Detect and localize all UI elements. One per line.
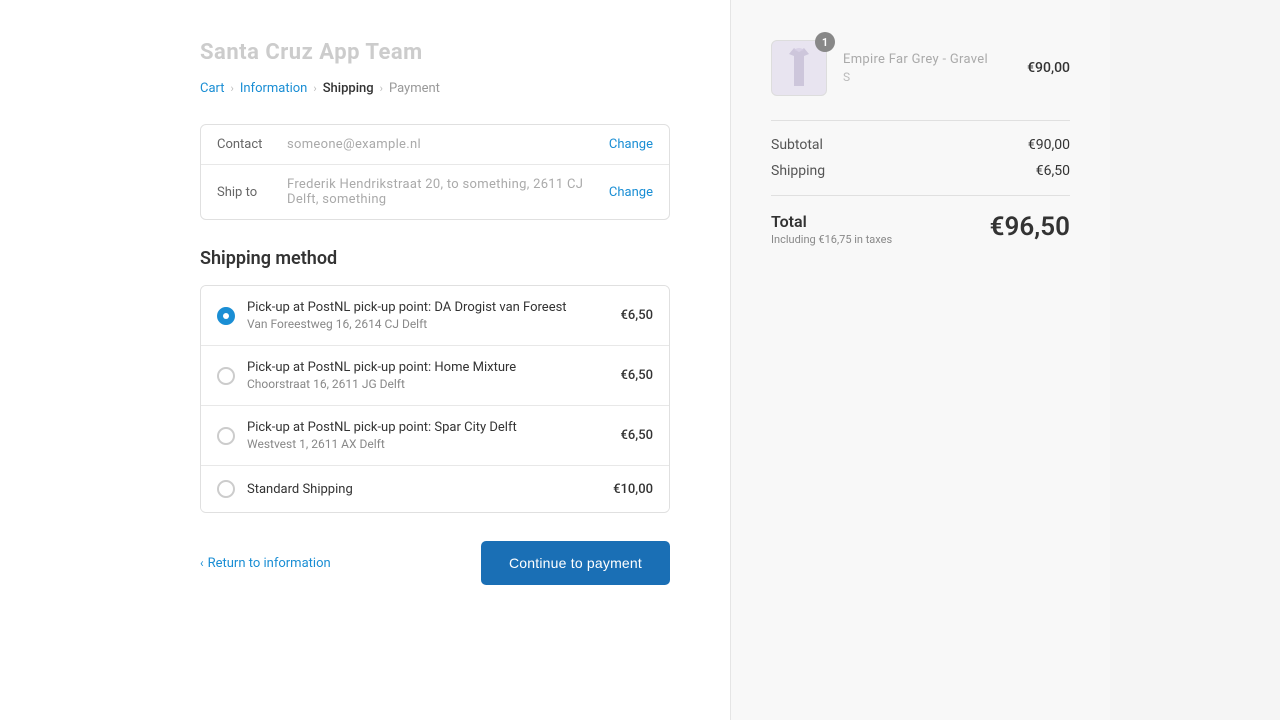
total-tax-note: Including €16,75 in taxes	[771, 233, 892, 246]
return-chevron-icon: ‹	[200, 556, 204, 570]
contact-row: Contact someone@example.nl Change	[201, 125, 669, 165]
shipto-label: Ship to	[217, 185, 287, 200]
option-details-3: Standard Shipping	[247, 482, 613, 497]
shipping-label: Shipping	[771, 163, 825, 179]
option-price-1: €6,50	[621, 368, 653, 383]
info-box: Contact someone@example.nl Change Ship t…	[200, 124, 670, 220]
total-price: €96,50	[990, 212, 1070, 242]
product-info: Empire Far Grey - Gravel S	[843, 52, 1027, 84]
divider-1	[771, 120, 1070, 121]
total-row: Total Including €16,75 in taxes €96,50	[771, 212, 1070, 246]
store-title: Santa Cruz App Team	[200, 40, 670, 65]
product-variant: S	[843, 70, 1027, 84]
option-price-0: €6,50	[621, 308, 653, 323]
shipping-option-1[interactable]: Pick-up at PostNL pick-up point: Home Mi…	[201, 346, 669, 406]
right-panel: 1 Empire Far Grey - Gravel S €90,00 Subt…	[730, 0, 1110, 720]
bottom-actions: ‹ Return to information Continue to paym…	[200, 541, 670, 585]
continue-to-payment-button[interactable]: Continue to payment	[481, 541, 670, 585]
radio-0	[217, 307, 235, 325]
breadcrumb-sep-3: ›	[380, 82, 383, 95]
shipping-option-0[interactable]: Pick-up at PostNL pick-up point: DA Drog…	[201, 286, 669, 346]
subtotal-value: €90,00	[1028, 137, 1070, 153]
shipto-change[interactable]: Change	[609, 185, 653, 200]
shipto-row: Ship to Frederik Hendrikstraat 20, to so…	[201, 165, 669, 219]
contact-value: someone@example.nl	[287, 137, 609, 152]
product-price: €90,00	[1027, 60, 1070, 76]
radio-1	[217, 367, 235, 385]
option-address-2: Westvest 1, 2611 AX Delft	[247, 437, 621, 451]
shipping-options-list: Pick-up at PostNL pick-up point: DA Drog…	[200, 285, 670, 513]
product-item: 1 Empire Far Grey - Gravel S €90,00	[771, 40, 1070, 96]
breadcrumb-sep-2: ›	[313, 82, 316, 95]
return-link-label: Return to information	[208, 556, 331, 571]
left-panel: Santa Cruz App Team Cart › Information ›…	[0, 0, 730, 720]
option-address-0: Van Foreestweg 16, 2614 CJ Delft	[247, 317, 621, 331]
subtotal-row: Subtotal €90,00	[771, 137, 1070, 153]
option-price-2: €6,50	[621, 428, 653, 443]
subtotal-label: Subtotal	[771, 137, 823, 153]
breadcrumb-cart[interactable]: Cart	[200, 81, 225, 96]
option-name-2: Pick-up at PostNL pick-up point: Spar Ci…	[247, 420, 621, 435]
breadcrumb: Cart › Information › Shipping › Payment	[200, 81, 670, 96]
product-name: Empire Far Grey - Gravel	[843, 52, 1027, 67]
shipping-row: Shipping €6,50	[771, 163, 1070, 179]
option-details-0: Pick-up at PostNL pick-up point: DA Drog…	[247, 300, 621, 331]
option-name-1: Pick-up at PostNL pick-up point: Home Mi…	[247, 360, 621, 375]
option-details-1: Pick-up at PostNL pick-up point: Home Mi…	[247, 360, 621, 391]
shipping-method-section: Shipping method Pick-up at PostNL pick-u…	[200, 248, 670, 513]
shipping-section-title: Shipping method	[200, 248, 670, 269]
option-address-1: Choorstraat 16, 2611 JG Delft	[247, 377, 621, 391]
divider-2	[771, 195, 1070, 196]
option-name-0: Pick-up at PostNL pick-up point: DA Drog…	[247, 300, 621, 315]
shipto-value: Frederik Hendrikstraat 20, to something,…	[287, 177, 609, 207]
shipping-option-3[interactable]: Standard Shipping €10,00	[201, 466, 669, 512]
breadcrumb-information[interactable]: Information	[240, 81, 308, 96]
product-image-container: 1	[771, 40, 827, 96]
option-price-3: €10,00	[613, 482, 653, 497]
option-name-3: Standard Shipping	[247, 482, 613, 497]
breadcrumb-sep-1: ›	[231, 82, 234, 95]
radio-inner-0	[223, 313, 229, 319]
return-to-information-link[interactable]: ‹ Return to information	[200, 556, 331, 571]
contact-label: Contact	[217, 137, 287, 152]
breadcrumb-payment: Payment	[389, 81, 440, 96]
shipping-option-2[interactable]: Pick-up at PostNL pick-up point: Spar Ci…	[201, 406, 669, 466]
option-details-2: Pick-up at PostNL pick-up point: Spar Ci…	[247, 420, 621, 451]
total-label-group: Total Including €16,75 in taxes	[771, 212, 892, 246]
product-thumbnail-svg	[783, 46, 815, 90]
shipping-value: €6,50	[1036, 163, 1070, 179]
radio-3	[217, 480, 235, 498]
radio-2	[217, 427, 235, 445]
product-quantity-badge: 1	[815, 32, 835, 52]
contact-change[interactable]: Change	[609, 137, 653, 152]
total-label: Total	[771, 212, 892, 231]
breadcrumb-shipping: Shipping	[323, 81, 374, 96]
